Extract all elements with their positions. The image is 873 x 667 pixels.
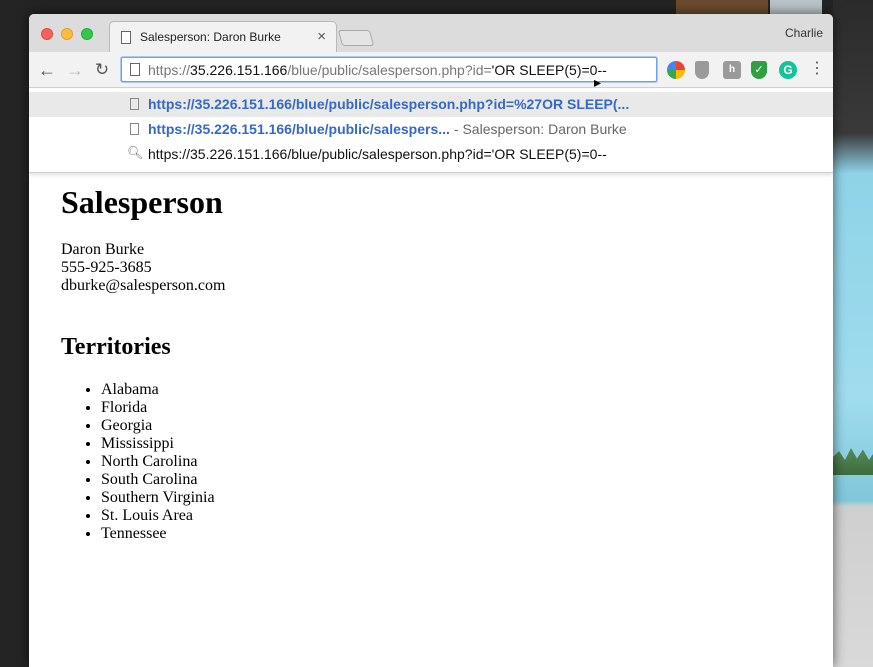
browser-toolbar: ← → ↻ https://35.226.151.166/blue/public… xyxy=(29,52,833,90)
suggestion-text: https://35.226.151.166/blue/public/sales… xyxy=(148,121,627,137)
wallpaper-grass xyxy=(833,448,873,475)
suggestion-item[interactable]: 🔍︎ https://35.226.151.166/blue/public/sa… xyxy=(29,142,833,167)
search-icon: 🔍︎ xyxy=(127,145,144,160)
minimize-window-button[interactable] xyxy=(61,28,73,40)
close-icon[interactable]: × xyxy=(317,28,326,45)
back-icon[interactable]: ← xyxy=(37,60,57,80)
tab-title: Salesperson: Daron Burke xyxy=(140,30,281,44)
page-title: Salesperson xyxy=(61,184,223,220)
tab-active[interactable]: Salesperson: Daron Burke × xyxy=(109,21,337,52)
title-bar: Salesperson: Daron Burke × Charlie xyxy=(29,14,833,52)
suggestion-item[interactable]: https://35.226.151.166/blue/public/sales… xyxy=(29,92,833,117)
extension-chrome-icon[interactable] xyxy=(667,61,685,79)
desktop-thumbnail xyxy=(770,0,822,14)
suggestion-search-text: https://35.226.151.166/blue/public/sales… xyxy=(148,146,607,162)
list-item: Alabama xyxy=(101,381,215,399)
page-icon xyxy=(121,31,131,44)
suggestion-url: https://35.226.151.166/blue/public/sales… xyxy=(148,121,450,137)
url-scheme: https:// xyxy=(148,62,191,78)
list-item: Mississippi xyxy=(101,435,215,453)
list-item: Florida xyxy=(101,399,215,417)
extension-shield-icon[interactable] xyxy=(695,61,709,79)
list-item: Tennessee xyxy=(101,525,215,543)
list-item: St. Louis Area xyxy=(101,507,215,525)
territories-heading: Territories xyxy=(61,334,171,360)
address-bar[interactable]: https://35.226.151.166/blue/public/sales… xyxy=(121,57,657,90)
url-query-injection: 'OR SLEEP(5)=0-- xyxy=(491,62,607,78)
salesperson-email: dburke@salesperson.com xyxy=(61,277,226,294)
extension-grammarly-icon[interactable]: G xyxy=(779,61,797,79)
reload-icon[interactable]: ↻ xyxy=(92,60,112,80)
zoom-window-button[interactable] xyxy=(81,28,93,40)
list-item: Georgia xyxy=(101,417,215,435)
page-icon xyxy=(130,63,140,76)
extension-green-shield-icon[interactable]: ✓ xyxy=(751,61,767,79)
new-tab-button[interactable] xyxy=(337,30,375,46)
suggestion-url: https://35.226.151.166/blue/public/sales… xyxy=(148,96,630,112)
desktop-thumbnail xyxy=(676,0,768,14)
suggestion-description: - Salesperson: Daron Burke xyxy=(453,121,627,137)
salesperson-phone: 555-925-3685 xyxy=(61,259,152,276)
url-path: /blue/public/salesperson.php?id= xyxy=(287,62,492,78)
forward-icon[interactable]: → xyxy=(65,60,85,80)
salesperson-info: Daron Burke 555-925-3685 dburke@salesper… xyxy=(61,241,225,295)
salesperson-name: Daron Burke xyxy=(61,241,145,258)
close-window-button[interactable] xyxy=(41,28,53,40)
url-host: 35.226.151.166 xyxy=(190,62,288,78)
omnibox-suggestions: https://35.226.151.166/blue/public/sales… xyxy=(29,89,833,173)
list-item: North Carolina xyxy=(101,453,215,471)
page-icon xyxy=(130,123,139,135)
list-item: Southern Virginia xyxy=(101,489,215,507)
menu-icon[interactable]: ⋮ xyxy=(809,60,825,78)
address-bar-url[interactable]: https://35.226.151.166/blue/public/sales… xyxy=(148,62,607,78)
suggestion-text: https://35.226.151.166/blue/public/sales… xyxy=(148,96,629,112)
desktop-wallpaper-edge xyxy=(833,0,873,667)
suggestion-item[interactable]: https://35.226.151.166/blue/public/sales… xyxy=(29,117,833,142)
page-icon xyxy=(130,98,139,110)
profile-name[interactable]: Charlie xyxy=(785,26,823,40)
extension-gray-icon[interactable]: h xyxy=(723,61,741,79)
list-item: South Carolina xyxy=(101,471,215,489)
page-content: Salesperson Daron Burke 555-925-3685 dbu… xyxy=(29,174,833,667)
browser-window: Salesperson: Daron Burke × Charlie ← → ↻… xyxy=(29,14,833,667)
territories-list: Alabama Florida Georgia Mississippi Nort… xyxy=(101,381,215,543)
